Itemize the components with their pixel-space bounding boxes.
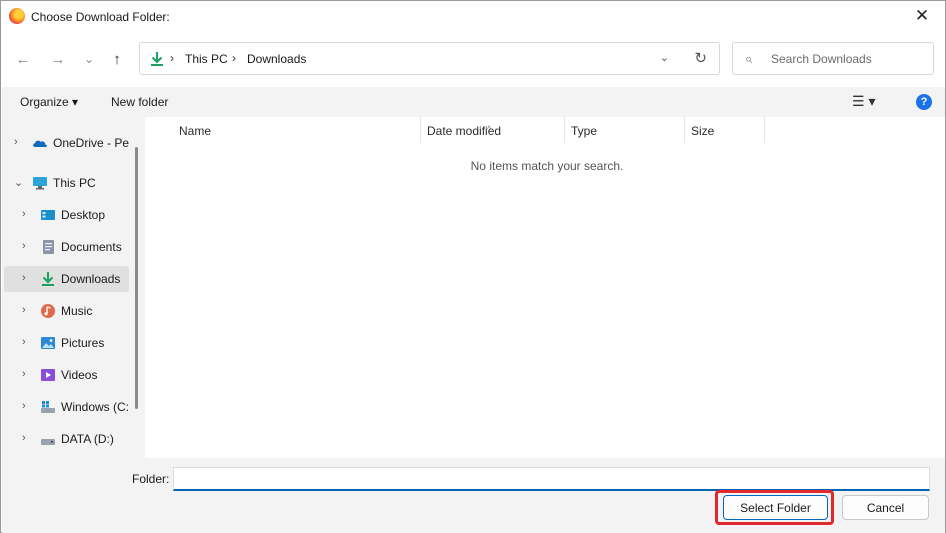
- chevron-right-icon[interactable]: ›: [22, 304, 26, 316]
- close-icon: ✕: [914, 6, 930, 25]
- view-options-icon[interactable]: ☰ ▾: [852, 93, 875, 110]
- up-button[interactable]: ↑: [105, 45, 129, 73]
- pictures-icon: [41, 337, 55, 349]
- forward-arrow-icon: →: [50, 50, 66, 68]
- select-folder-button[interactable]: Select Folder: [723, 495, 828, 520]
- windows-drive-icon: [41, 401, 55, 413]
- navigation-scrollbar[interactable]: [135, 147, 138, 409]
- sidebar-item-label: Pictures: [61, 336, 105, 350]
- sidebar-item-videos[interactable]: › Videos: [4, 362, 129, 388]
- sidebar-item-label: Windows (C:: [61, 400, 129, 414]
- sidebar-item-data-drive[interactable]: › DATA (D:): [4, 426, 129, 452]
- sidebar-item-label: DATA (D:): [61, 432, 114, 446]
- onedrive-icon: [33, 140, 47, 147]
- cancel-button[interactable]: Cancel: [842, 495, 929, 520]
- dialog-footer: Folder: Select Folder Cancel: [2, 458, 945, 533]
- chevron-right-icon[interactable]: ›: [22, 336, 26, 348]
- chevron-right-icon[interactable]: ›: [22, 208, 26, 220]
- chevron-right-icon[interactable]: ›: [14, 136, 18, 148]
- column-header-name[interactable]: Name: [145, 117, 420, 143]
- search-box[interactable]: ⌕: [732, 42, 934, 75]
- address-bar[interactable]: › This PC › Downloads ⌄ ↻: [139, 42, 720, 75]
- chevron-down-icon[interactable]: ⌄: [14, 176, 23, 189]
- chevron-down-icon: ⌄: [83, 52, 95, 66]
- this-pc-icon: [33, 177, 47, 190]
- empty-state-message: No items match your search.: [470, 159, 624, 173]
- command-bar: Organize ▾ New folder ☰ ▾ ?: [2, 87, 945, 117]
- recent-locations-button[interactable]: ⌄: [77, 45, 101, 73]
- sidebar-item-downloads[interactable]: › Downloads: [4, 266, 129, 292]
- downloads-icon: [42, 272, 54, 286]
- back-arrow-icon: ←: [15, 50, 31, 68]
- sidebar-item-label: OneDrive - Per: [53, 136, 129, 150]
- music-icon: [41, 304, 55, 318]
- breadcrumb-downloads[interactable]: Downloads: [247, 52, 306, 66]
- breadcrumb-this-pc[interactable]: This PC: [185, 52, 228, 66]
- firefox-icon: [9, 8, 25, 24]
- chevron-right-icon[interactable]: ›: [22, 272, 26, 284]
- breadcrumb-separator: ›: [170, 51, 174, 65]
- sidebar-item-label: Music: [61, 304, 93, 318]
- folder-label: Folder:: [132, 472, 170, 486]
- up-arrow-icon: ↑: [113, 50, 121, 68]
- sidebar-item-documents[interactable]: › Documents: [4, 234, 129, 260]
- help-icon[interactable]: ?: [916, 94, 932, 110]
- sidebar-item-music[interactable]: › Music: [4, 298, 129, 324]
- chevron-right-icon[interactable]: ›: [22, 432, 26, 444]
- column-divider[interactable]: [764, 117, 765, 143]
- sidebar-item-windows-drive[interactable]: › Windows (C:: [4, 394, 129, 420]
- chevron-right-icon[interactable]: ›: [22, 400, 26, 412]
- downloads-icon: [151, 52, 163, 66]
- choose-download-folder-dialog: Choose Download Folder: ✕ ← → ⌄ ↑ › This…: [0, 0, 946, 533]
- forward-button[interactable]: →: [46, 45, 70, 73]
- sidebar-item-label: Downloads: [61, 272, 121, 286]
- search-input[interactable]: [771, 49, 926, 69]
- new-folder-button[interactable]: New folder: [111, 95, 168, 109]
- close-button[interactable]: ✕: [899, 1, 945, 31]
- breadcrumb-separator: ›: [232, 51, 236, 65]
- column-header-type[interactable]: Type: [565, 117, 684, 143]
- sidebar-item-pictures[interactable]: › Pictures: [4, 330, 129, 356]
- sidebar-item-this-pc[interactable]: ⌄ This PC: [4, 170, 129, 196]
- videos-icon: [41, 369, 55, 381]
- search-icon: ⌕: [745, 51, 753, 66]
- sidebar-item-onedrive[interactable]: › OneDrive - Per: [4, 130, 129, 156]
- sidebar-item-label: Documents: [61, 240, 122, 254]
- refresh-icon[interactable]: ↻: [694, 49, 707, 67]
- sidebar-item-desktop[interactable]: › Desktop: [4, 202, 129, 228]
- address-dropdown-icon[interactable]: ⌄: [660, 51, 669, 64]
- folder-field[interactable]: [173, 467, 930, 491]
- organize-menu[interactable]: Organize ▾: [20, 95, 78, 109]
- title-bar: Choose Download Folder: ✕: [1, 1, 945, 33]
- chevron-right-icon[interactable]: ›: [22, 240, 26, 252]
- back-button[interactable]: ←: [11, 45, 35, 73]
- sidebar-item-label: This PC: [53, 176, 96, 190]
- data-drive-icon: [41, 439, 55, 445]
- navigation-pane: › OneDrive - Per ⌄ This PC › Desktop › D…: [2, 117, 145, 458]
- chevron-right-icon[interactable]: ›: [22, 368, 26, 380]
- desktop-icon: [41, 210, 55, 220]
- documents-icon: [43, 240, 54, 254]
- column-header-date-modified[interactable]: ^ Date modified: [421, 117, 564, 143]
- column-header-size[interactable]: Size: [685, 117, 764, 143]
- dialog-title: Choose Download Folder:: [31, 10, 170, 24]
- sidebar-item-label: Videos: [61, 368, 98, 382]
- sidebar-item-label: Desktop: [61, 208, 106, 222]
- file-list: Name ^ Date modified Type Size No items …: [145, 117, 945, 458]
